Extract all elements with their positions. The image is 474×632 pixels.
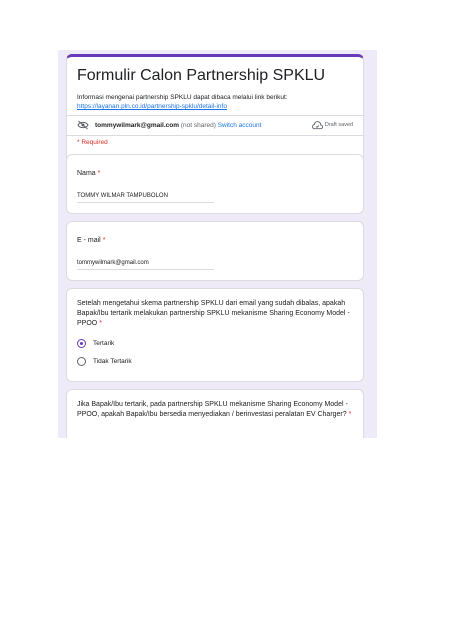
required-asterisk: *	[348, 411, 352, 418]
visibility-off-icon	[77, 120, 89, 130]
radio-unselected-icon[interactable]	[77, 357, 86, 366]
question-card-nama: Nama * TOMMY WILMAR TAMPUBOLON	[66, 154, 364, 214]
required-note: * Required	[77, 139, 108, 146]
draft-saved-status: Draft saved	[324, 122, 353, 128]
detail-info-link[interactable]: https://layanan.pln.co.id/partnership-sp…	[77, 102, 288, 111]
question-text: Nama	[77, 170, 96, 177]
question-card-interest: Setelah mengetahui skema partnership SPK…	[66, 288, 364, 382]
switch-account-link[interactable]: Switch account	[218, 122, 262, 129]
question-label-email: E - mail *	[77, 236, 105, 246]
not-shared-label: (not shared)	[180, 122, 216, 129]
form-background: Formulir Calon Partnership SPKLU Informa…	[58, 50, 377, 438]
required-asterisk: *	[97, 170, 101, 177]
question-label-nama: Nama *	[77, 169, 100, 179]
question-text: Jika Bapak/Ibu tertarik, pada partnershi…	[77, 401, 348, 418]
option-label: Tidak Tertarik	[93, 358, 132, 365]
account-divider	[67, 135, 363, 136]
radio-selected-icon[interactable]	[77, 339, 86, 348]
required-asterisk: *	[102, 237, 106, 244]
account-email-line: tommywilmark@gmail.com (not shared) Swit…	[95, 122, 261, 129]
form-description-text: Informasi mengenai partnership SPKLU dap…	[77, 94, 288, 101]
option-label: Tertarik	[93, 340, 115, 347]
question-label-ev-charger: Jika Bapak/Ibu tertarik, pada partnershi…	[77, 400, 353, 420]
question-label-interest: Setelah mengetahui skema partnership SPK…	[77, 299, 353, 329]
form-description: Informasi mengenai partnership SPKLU dap…	[77, 93, 288, 111]
required-asterisk: *	[99, 320, 102, 327]
question-text: E - mail	[77, 237, 101, 244]
cloud-done-icon	[312, 121, 323, 130]
question-card-ev-charger: Jika Bapak/Ibu tertarik, pada partnershi…	[66, 389, 364, 438]
question-card-email: E - mail * tommywilmark@gmail.com	[66, 221, 364, 281]
form-title: Formulir Calon Partnership SPKLU	[77, 67, 326, 84]
account-row: tommywilmark@gmail.com (not shared) Swit…	[77, 120, 353, 134]
account-email: tommywilmark@gmail.com	[95, 122, 180, 129]
nama-input[interactable]: TOMMY WILMAR TAMPUBOLON	[77, 193, 214, 203]
question-text: Setelah mengetahui skema partnership SPK…	[77, 300, 350, 327]
email-input[interactable]: tommywilmark@gmail.com	[77, 260, 214, 270]
header-divider	[67, 115, 363, 116]
